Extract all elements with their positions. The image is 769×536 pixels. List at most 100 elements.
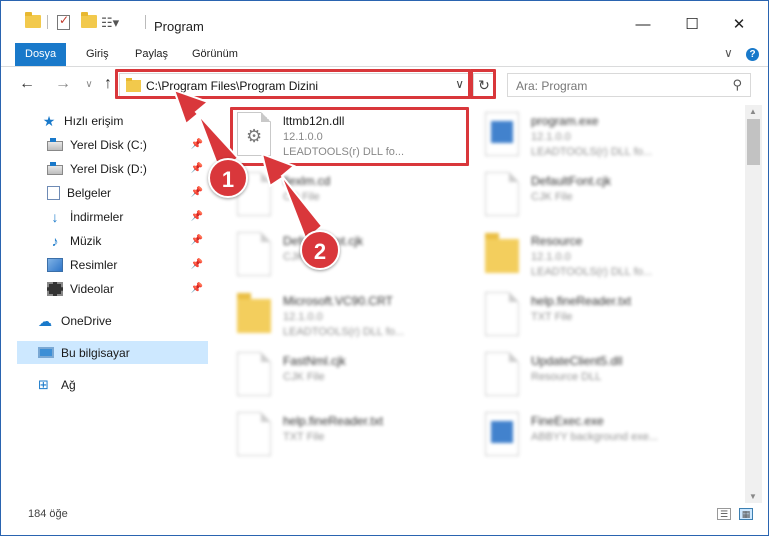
pin-icon[interactable]: 📌 [191, 259, 203, 270]
pin-icon[interactable]: 📌 [191, 283, 203, 294]
sidebar-item-network[interactable]: ⊞ Ağ [1, 373, 209, 396]
tiles-view-icon[interactable]: ▦ [739, 508, 753, 520]
minimize-icon[interactable]: — [620, 11, 666, 39]
pictures-icon [47, 257, 63, 272]
back-arrow-icon[interactable]: ← [17, 75, 37, 93]
maximize-icon[interactable]: ☐ [669, 11, 715, 39]
tab-gorunum[interactable]: Görünüm [182, 43, 248, 66]
file-icon [237, 352, 271, 396]
folder-tile[interactable]: Microsoft.VC90.CRT 12.1.0.0 LEADTOOLS(r)… [233, 287, 469, 345]
sidebar-item-local-disk-c[interactable]: Yerel Disk (C:) 📌 [1, 133, 209, 156]
pin-icon[interactable]: 📌 [191, 235, 203, 246]
file-name: help.fineReader.txt [531, 294, 632, 308]
file-type: CD File [283, 191, 320, 203]
sidebar-item-label: Müzik [70, 233, 102, 248]
properties-checkmark-icon[interactable] [57, 13, 70, 30]
file-tile[interactable]: help.fineReader.txt TXT File [233, 407, 469, 465]
navigation-pane: ★ Hızlı erişim Yerel Disk (C:) 📌 Yerel D… [1, 105, 211, 503]
cloud-icon: ☁ [38, 312, 52, 329]
file-list: ⚙ lttmb12n.dll 12.1.0.0 LEADTOOLS(r) DLL… [211, 105, 745, 503]
search-input[interactable]: Ara: Program ⚲ [507, 73, 751, 97]
sidebar-item-quick-access[interactable]: ★ Hızlı erişim [1, 109, 209, 132]
sidebar-item-this-pc[interactable]: Bu bilgisayar [17, 341, 208, 364]
sidebar-item-documents[interactable]: Belgeler 📌 [1, 181, 209, 204]
pin-icon[interactable]: 📌 [191, 187, 203, 198]
file-name: UpdateClient5.dll [531, 354, 623, 368]
address-history-chevron-icon[interactable]: ∨ [455, 77, 464, 91]
file-tile[interactable]: DefaultFont.cjk CJK File [481, 167, 717, 225]
help-icon[interactable]: ? [746, 48, 759, 61]
disk-icon [47, 137, 63, 151]
sidebar-item-onedrive[interactable]: ☁ OneDrive [1, 309, 209, 332]
file-tile[interactable]: FineExec.exe ABBYY background exe... [481, 407, 717, 465]
scroll-up-icon[interactable]: ▲ [749, 107, 757, 116]
file-icon [485, 172, 519, 216]
file-version: 12.1.0.0 [283, 311, 323, 323]
file-type: ABBYY background exe... [531, 431, 658, 443]
file-name: flexlm.cd [283, 174, 331, 188]
pin-icon[interactable]: 📌 [191, 163, 203, 174]
window-title: Program [154, 19, 204, 34]
search-placeholder: Ara: Program [516, 79, 588, 93]
search-icon[interactable]: ⚲ [732, 77, 742, 93]
file-type: TXT File [531, 311, 573, 323]
up-arrow-icon[interactable]: ↑ [98, 75, 118, 93]
file-type: CJK File [283, 371, 325, 383]
pin-icon[interactable]: 📌 [191, 211, 203, 222]
sidebar-item-pictures[interactable]: Resimler 📌 [1, 253, 209, 276]
pin-icon[interactable]: 📌 [191, 139, 203, 150]
file-icon [237, 412, 271, 456]
sidebar-item-videos[interactable]: Videolar 📌 [1, 277, 209, 300]
vertical-scrollbar[interactable]: ▲ ▼ [745, 105, 762, 503]
file-description: LEADTOOLS(r) DLL fo... [283, 326, 405, 338]
file-tile[interactable]: program.exe 12.1.0.0 LEADTOOLS(r) DLL fo… [481, 107, 717, 165]
file-name: Microsoft.VC90.CRT [283, 294, 393, 308]
tab-giris[interactable]: Giriş [76, 43, 119, 66]
sidebar-item-music[interactable]: ♪ Müzik 📌 [1, 229, 209, 252]
sidebar-item-label: Ağ [61, 377, 76, 392]
expand-ribbon-chevron-icon[interactable]: ∨ [724, 46, 733, 60]
address-folder-icon [126, 78, 141, 92]
file-type: Resource DLL [531, 371, 602, 383]
disk-icon [47, 161, 63, 175]
scroll-thumb[interactable] [747, 119, 760, 165]
navigation-bar: ← → ∨ ↑ C:\Program Files\Program Dizini … [1, 71, 768, 101]
file-icon [485, 352, 519, 396]
details-view-icon[interactable]: ☰ [717, 508, 731, 520]
file-description: LEADTOOLS(r) DLL fo... [531, 146, 653, 158]
file-version: 12.1.0.0 [531, 251, 571, 263]
address-bar[interactable]: C:\Program Files\Program Dizini ∨ [119, 73, 471, 97]
file-tile-lttmb12n-dll[interactable]: ⚙ lttmb12n.dll 12.1.0.0 LEADTOOLS(r) DLL… [233, 107, 469, 165]
sidebar-item-downloads[interactable]: ↓ İndirmeler 📌 [1, 205, 209, 228]
file-type: TXT File [283, 431, 325, 443]
sidebar-item-label: Bu bilgisayar [61, 345, 130, 360]
file-tile[interactable]: UpdateClient5.dll Resource DLL [481, 347, 717, 405]
file-tile[interactable]: help.fineReader.txt TXT File [481, 287, 717, 345]
tab-dosya[interactable]: Dosya [15, 43, 67, 66]
address-path[interactable]: C:\Program Files\Program Dizini [146, 79, 318, 93]
sidebar-item-label: Hızlı erişim [64, 113, 124, 128]
title-separator [145, 15, 146, 29]
file-tile[interactable]: FastNml.cjk CJK File [233, 347, 469, 405]
file-tile[interactable]: DefaultFont.cjk CJK File [233, 227, 469, 285]
new-folder-icon[interactable] [81, 12, 97, 28]
folder-icon [237, 293, 271, 333]
customize-toolbar-icon[interactable]: ☷▾ [101, 15, 119, 31]
sidebar-item-local-disk-d[interactable]: Yerel Disk (D:) 📌 [1, 157, 209, 180]
close-icon[interactable]: ✕ [716, 11, 762, 39]
file-name: FineExec.exe [531, 414, 604, 428]
exe-file-icon [485, 412, 519, 456]
file-tile[interactable]: flexlm.cd CD File [233, 167, 469, 225]
step-badge-1: 1 [208, 158, 248, 198]
videos-icon [47, 281, 63, 296]
folder-tile[interactable]: Resource 12.1.0.0 LEADTOOLS(r) DLL fo... [481, 227, 717, 285]
scroll-down-icon[interactable]: ▼ [749, 492, 757, 501]
exe-file-icon [485, 112, 519, 156]
recent-locations-chevron-icon[interactable]: ∨ [79, 79, 99, 90]
forward-arrow-icon[interactable]: → [53, 75, 73, 93]
ribbon-tabs: Dosya Giriş Paylaş Görünüm ∨ ? [1, 43, 768, 67]
tab-paylas[interactable]: Paylaş [125, 43, 178, 66]
refresh-icon[interactable]: ↻ [473, 73, 495, 97]
downloads-icon: ↓ [51, 208, 59, 225]
quick-access-folder-icon[interactable] [25, 12, 41, 28]
